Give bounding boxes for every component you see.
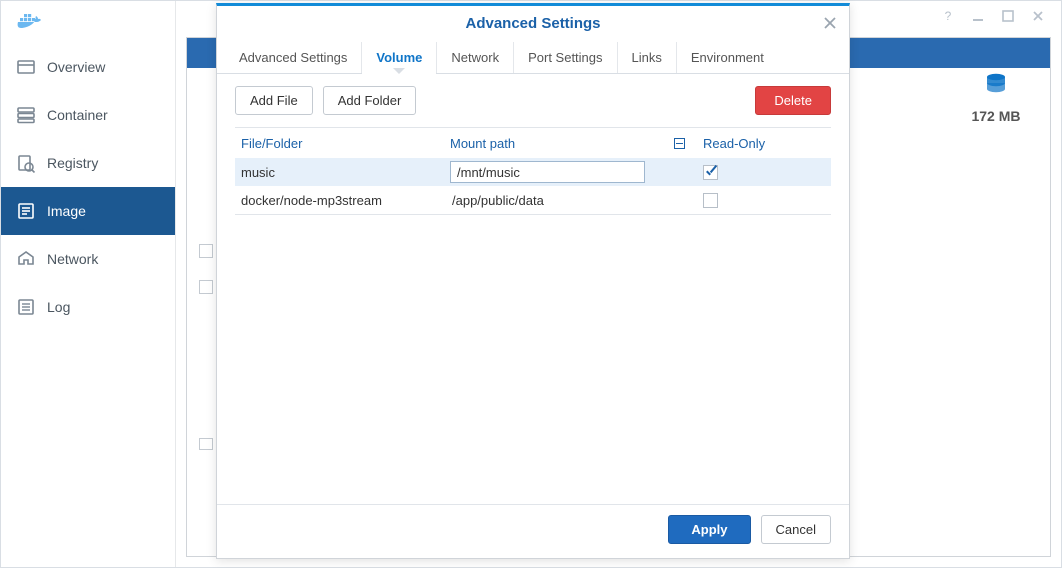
volume-table: File/Folder Mount path Read-Only music d… [235, 127, 831, 215]
tab-network[interactable]: Network [437, 42, 514, 73]
cell-mount: /app/public/data [450, 193, 544, 208]
tab-volume[interactable]: Volume [362, 42, 437, 73]
modal-body: Add File Add Folder Delete File/Folder M… [217, 74, 849, 504]
cell-file: docker/node-mp3stream [235, 193, 450, 208]
action-button-row: Add File Add Folder Delete [235, 86, 831, 115]
col-header-readonly[interactable]: Read-Only [703, 136, 831, 151]
readonly-checkbox[interactable] [703, 165, 718, 180]
apply-button[interactable]: Apply [668, 515, 750, 544]
col-header-sort[interactable] [655, 138, 703, 149]
mount-path-input[interactable] [450, 161, 645, 183]
delete-button[interactable]: Delete [755, 86, 831, 115]
modal-close-icon[interactable] [821, 14, 839, 32]
tab-environment[interactable]: Environment [677, 42, 778, 73]
tab-port-settings[interactable]: Port Settings [514, 42, 617, 73]
add-file-button[interactable]: Add File [235, 86, 313, 115]
advanced-settings-modal: Advanced Settings Advanced Settings Volu… [216, 3, 850, 559]
table-row[interactable]: docker/node-mp3stream /app/public/data [235, 186, 831, 214]
sort-icon [674, 138, 685, 149]
add-folder-button[interactable]: Add Folder [323, 86, 417, 115]
col-header-mount[interactable]: Mount path [450, 136, 655, 151]
cancel-button[interactable]: Cancel [761, 515, 831, 544]
modal-footer: Apply Cancel [217, 504, 849, 558]
table-header: File/Folder Mount path Read-Only [235, 128, 831, 158]
modal-tabs: Advanced Settings Volume Network Port Se… [217, 42, 849, 74]
modal-title: Advanced Settings [217, 6, 849, 42]
cell-file: music [235, 165, 450, 180]
modal-title-text: Advanced Settings [465, 15, 600, 32]
table-row[interactable]: music [235, 158, 831, 186]
tab-links[interactable]: Links [618, 42, 677, 73]
readonly-checkbox[interactable] [703, 193, 718, 208]
col-header-file[interactable]: File/Folder [235, 136, 450, 151]
app-window: Overview Container Registry Image Networ… [0, 0, 1062, 568]
tab-advanced-settings[interactable]: Advanced Settings [225, 42, 362, 73]
modal-backdrop: Advanced Settings Advanced Settings Volu… [1, 1, 1061, 567]
